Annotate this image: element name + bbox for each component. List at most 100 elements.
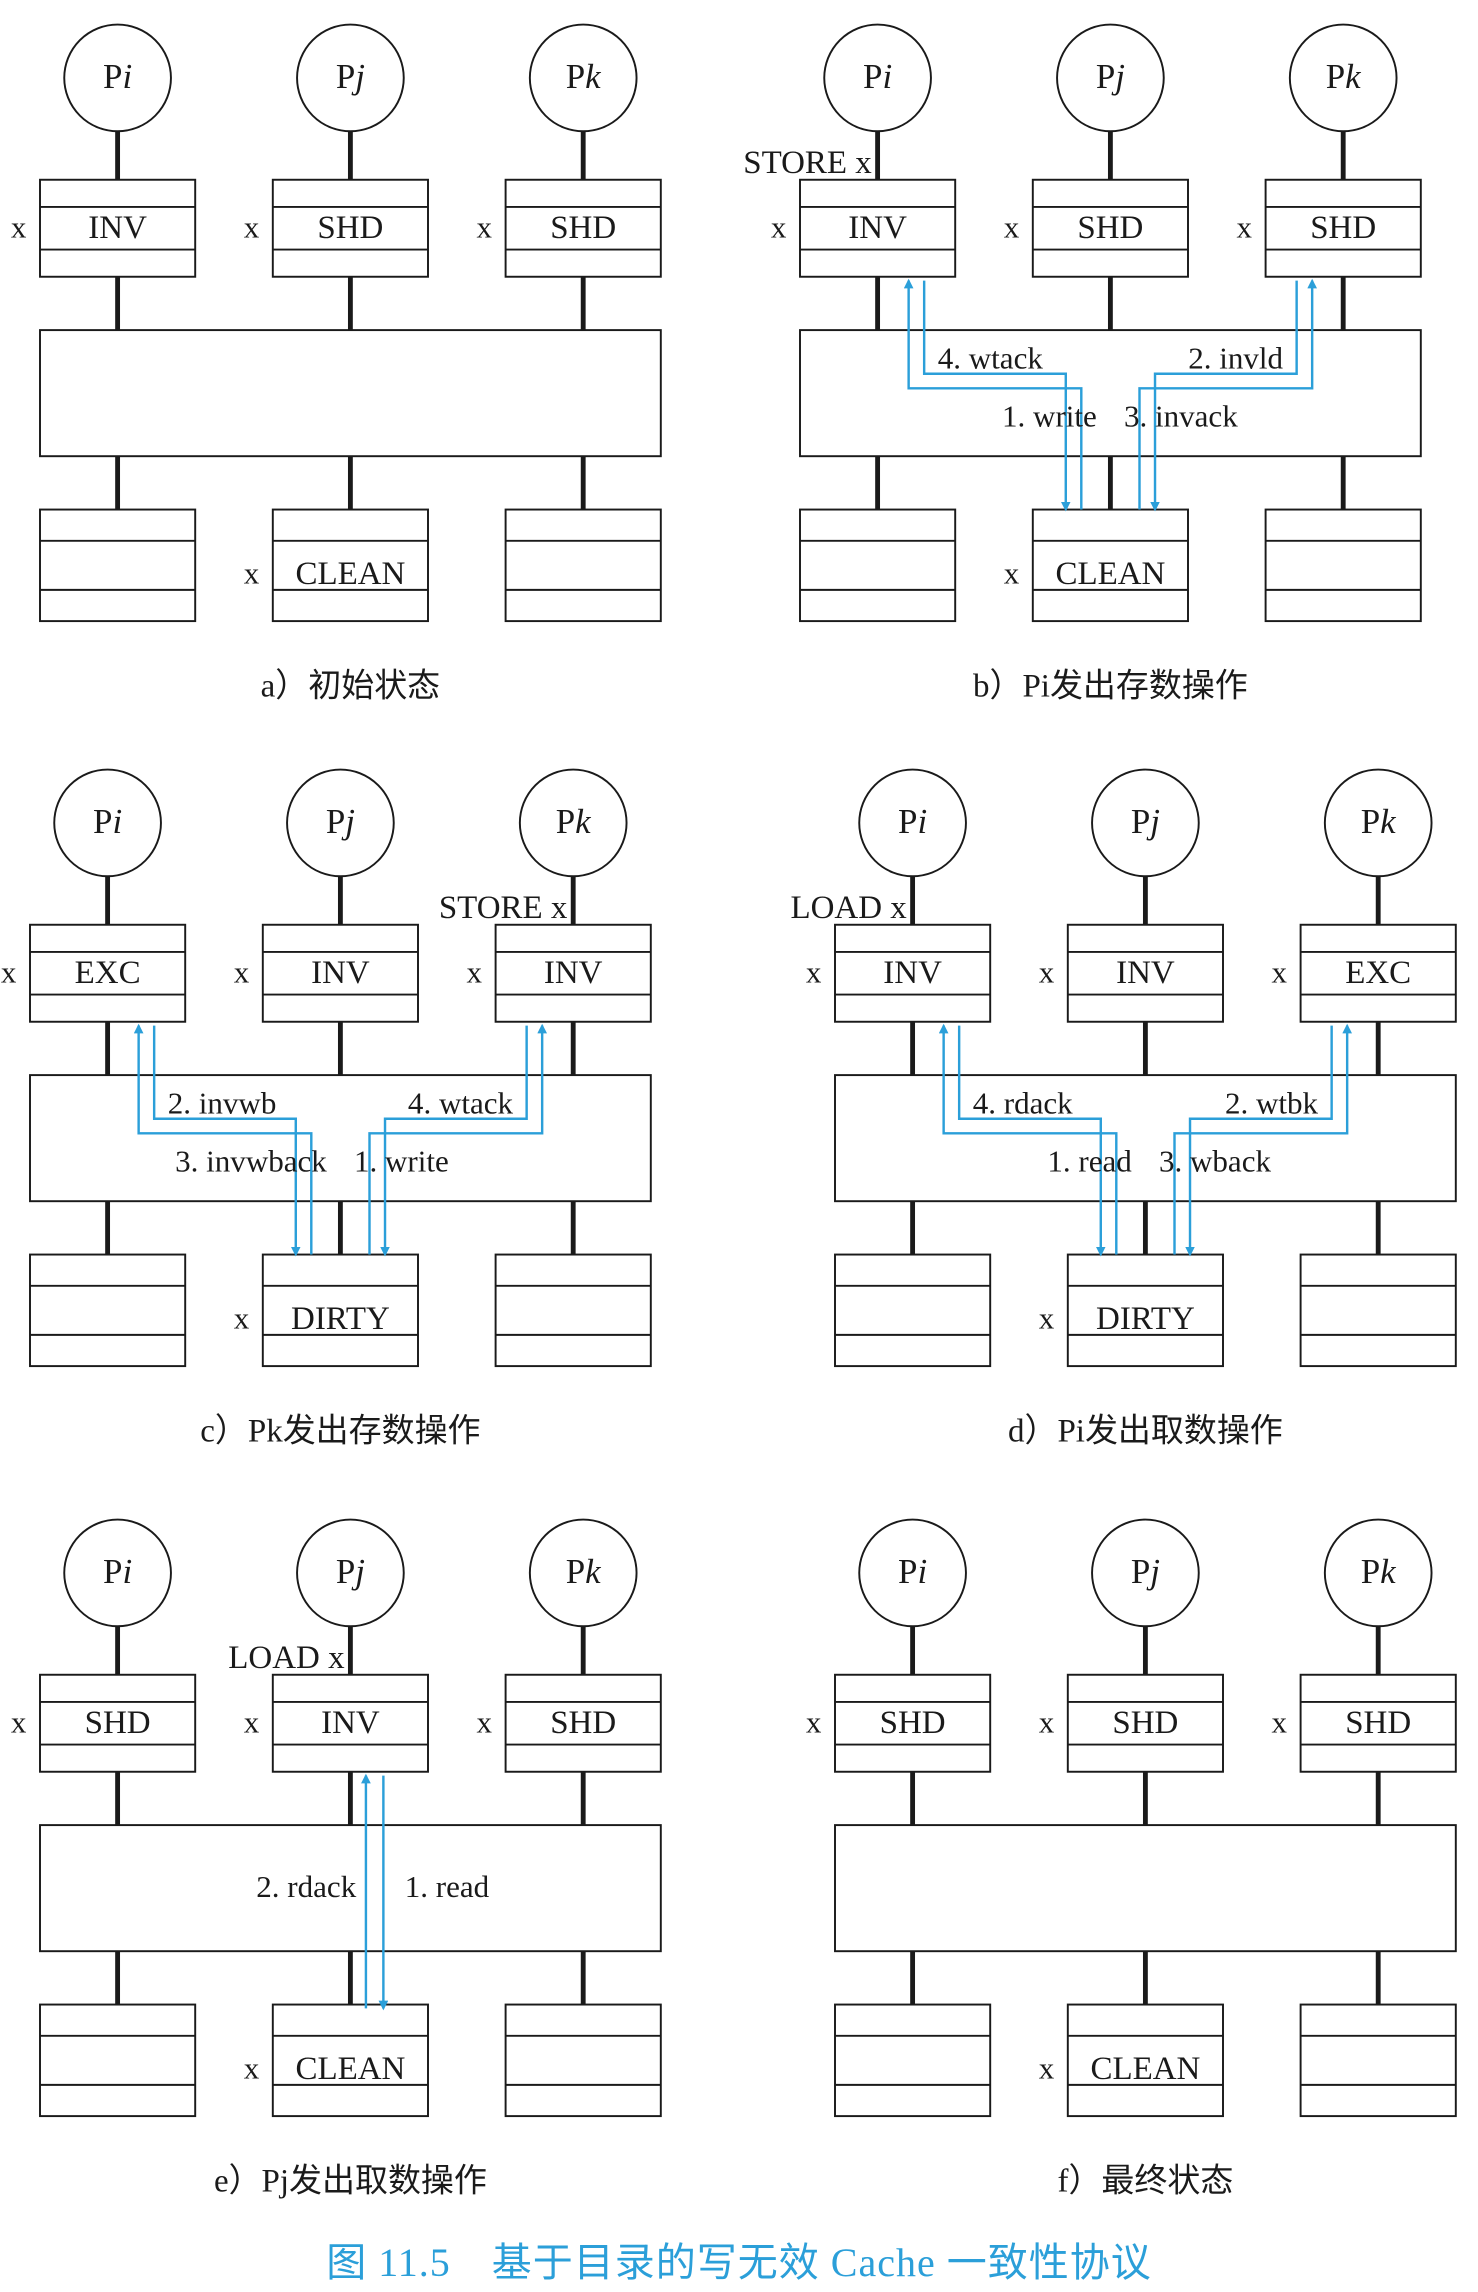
- cache-tag: x: [1272, 954, 1288, 989]
- memory-block: [504, 2003, 662, 2118]
- cache-state: INV: [848, 210, 907, 246]
- message-label: 1. write: [354, 1143, 449, 1178]
- cache-state: SHD: [1077, 210, 1143, 246]
- memory-block: [834, 2003, 992, 2118]
- message-label: 3. invwback: [175, 1143, 327, 1178]
- memory-tag: x: [244, 556, 260, 591]
- cache-tag: x: [477, 1704, 493, 1739]
- memory-block-frame: [799, 508, 957, 623]
- message-label: 1. read: [1047, 1143, 1132, 1178]
- cache-state: INV: [883, 955, 942, 991]
- memory-block: [504, 508, 662, 623]
- memory-state: CLEAN: [1055, 556, 1165, 592]
- memory-state: DIRTY: [291, 1301, 390, 1337]
- cache-tag: x: [467, 954, 483, 989]
- cache-state: INV: [321, 1705, 380, 1741]
- memory-block: [799, 508, 957, 623]
- interconnect-box: [29, 1074, 652, 1203]
- memory-block: [1299, 2003, 1457, 2118]
- panel-f: Pi Pj Pk SHD x SHD x SHD x CLEAN x f）最终状态: [806, 1518, 1457, 2200]
- cache-state: INV: [88, 210, 147, 246]
- memory-block: [29, 1253, 187, 1368]
- memory-tag: x: [1039, 1301, 1055, 1336]
- figure-canvas: Pi Pj Pk INV x SHD x SHD x CLEAN x a）初始状态 Pi Pj Pk INV x…: [0, 0, 1478, 2287]
- processor-label: Pi: [103, 57, 132, 96]
- panel-caption: c）Pk发出存数操作: [200, 1413, 480, 1450]
- processor-label: Pi: [93, 802, 122, 841]
- processor-label: Pi: [898, 802, 927, 841]
- message-label: 3. wback: [1159, 1143, 1272, 1178]
- panel-a: Pi Pj Pk INV x SHD x SHD x CLEAN x a）初始状态: [11, 23, 662, 705]
- memory-block-frame: [1299, 1253, 1457, 1368]
- cache-state: INV: [544, 955, 603, 991]
- processor-label: Pj: [1096, 57, 1125, 96]
- memory-state: CLEAN: [1090, 2051, 1200, 2087]
- processor-label: Pi: [863, 57, 892, 96]
- memory-state: DIRTY: [1096, 1301, 1195, 1337]
- processor-label: Pk: [1361, 802, 1396, 841]
- message-label: 2. invld: [1188, 340, 1283, 375]
- interconnect-box: [799, 329, 1422, 458]
- cache-tag: x: [244, 209, 260, 244]
- message-label: 4. rdack: [973, 1085, 1073, 1120]
- memory-block-frame: [504, 2003, 662, 2118]
- memory-tag: x: [1039, 2051, 1055, 2086]
- cache-tag: x: [244, 1704, 260, 1739]
- processor-label: Pk: [566, 1552, 601, 1591]
- panel-caption: d）Pi发出取数操作: [1008, 1413, 1283, 1450]
- panel-caption: f）最终状态: [1057, 2163, 1233, 2200]
- cache-tag: x: [1039, 954, 1055, 989]
- processor-label: Pj: [326, 802, 355, 841]
- panel-c: Pi Pj Pk EXC x INV x INV x DIRTY x STORE x 2. invwb 3…: [1, 768, 652, 1450]
- cache-state: EXC: [75, 955, 141, 991]
- memory-block-frame: [39, 508, 197, 623]
- processor-label: Pk: [566, 57, 601, 96]
- processor-label: Pk: [1326, 57, 1361, 96]
- panel-caption: e）Pj发出取数操作: [214, 2163, 487, 2200]
- memory-block-frame: [39, 2003, 197, 2118]
- memory-block-frame: [1264, 508, 1422, 623]
- operation-label: LOAD x: [228, 1640, 345, 1676]
- processor-label: Pj: [336, 57, 365, 96]
- memory-tag: x: [234, 1301, 250, 1336]
- memory-block: [1299, 1253, 1457, 1368]
- memory-block: [39, 508, 197, 623]
- cache-tag: x: [11, 209, 27, 244]
- operation-label: LOAD x: [790, 890, 907, 926]
- cache-tag: x: [1004, 209, 1020, 244]
- operation-label: STORE x: [743, 145, 872, 181]
- memory-state: CLEAN: [295, 556, 405, 592]
- memory-tag: x: [244, 2051, 260, 2086]
- cache-state: SHD: [85, 1705, 151, 1741]
- message-label: 4. wtack: [938, 340, 1044, 375]
- cache-tag: x: [1237, 209, 1253, 244]
- memory-block-frame: [494, 1253, 652, 1368]
- memory-block-frame: [29, 1253, 187, 1368]
- processor-label: Pi: [898, 1552, 927, 1591]
- processor-label: Pj: [336, 1552, 365, 1591]
- panel-e: Pi Pj Pk SHD x INV x SHD x CLEAN x LOAD x 2. rdack 1.…: [11, 1518, 662, 2200]
- interconnect-box: [834, 1824, 1457, 1953]
- memory-block: [39, 2003, 197, 2118]
- processor-label: Pj: [1131, 1552, 1160, 1591]
- cache-state: INV: [1116, 955, 1175, 991]
- panel-caption: a）初始状态: [261, 668, 440, 705]
- operation-label: STORE x: [439, 890, 568, 926]
- memory-tag: x: [1004, 556, 1020, 591]
- processor-label: Pk: [556, 802, 591, 841]
- figure-caption: 图 11.5 基于目录的写无效 Cache 一致性协议: [326, 2240, 1152, 2285]
- message-label: 1. read: [405, 1869, 490, 1904]
- cache-tag: x: [806, 1704, 822, 1739]
- cache-state: SHD: [550, 210, 616, 246]
- cache-state: EXC: [1345, 955, 1411, 991]
- cache-state: SHD: [317, 210, 383, 246]
- cache-tag: x: [234, 954, 250, 989]
- cache-tag: x: [1039, 1704, 1055, 1739]
- memory-block-frame: [834, 2003, 992, 2118]
- cache-tag: x: [1272, 1704, 1288, 1739]
- cache-state: SHD: [1310, 210, 1376, 246]
- memory-block-frame: [504, 508, 662, 623]
- cache-tag: x: [477, 209, 493, 244]
- memory-block: [1264, 508, 1422, 623]
- processor-label: Pi: [103, 1552, 132, 1591]
